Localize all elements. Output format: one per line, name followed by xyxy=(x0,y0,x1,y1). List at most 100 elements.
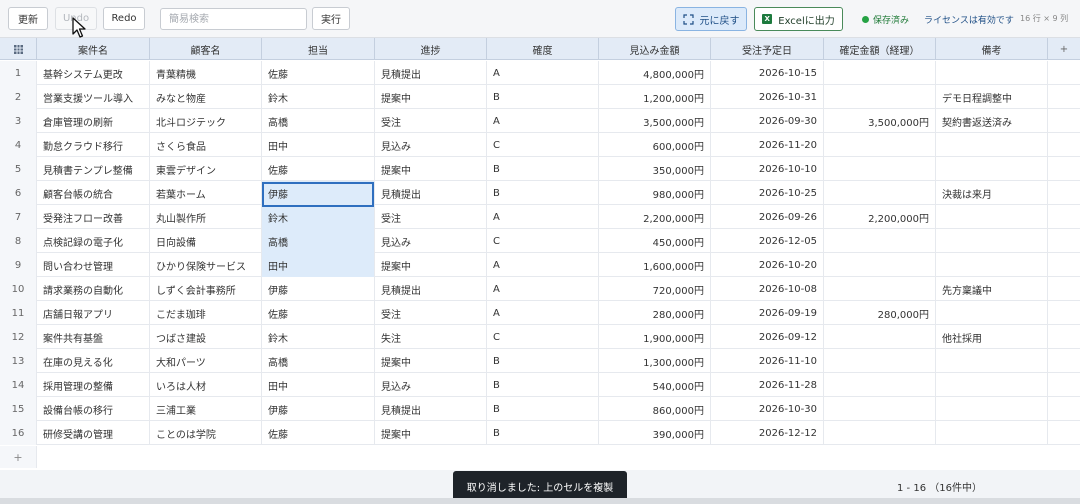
cell-expected-amount[interactable]: 980,000円 xyxy=(599,181,711,205)
cell-probability[interactable]: B xyxy=(487,373,599,397)
cell-expected-amount[interactable]: 280,000円 xyxy=(599,301,711,325)
cell-probability[interactable]: B xyxy=(487,349,599,373)
row-number[interactable]: 13 xyxy=(0,349,37,373)
cell-project-name[interactable]: 基幹システム更改 xyxy=(37,61,150,85)
cell-notes[interactable] xyxy=(936,349,1048,373)
cell-order-date[interactable]: 2026-09-30 xyxy=(711,109,824,133)
column-header-project-name[interactable]: 案件名 xyxy=(37,38,150,60)
cell-probability[interactable]: A xyxy=(487,205,599,229)
cell-customer-name[interactable]: 大和パーツ xyxy=(150,349,262,373)
horizontal-scrollbar[interactable] xyxy=(0,498,1080,504)
cell-probability[interactable]: A xyxy=(487,253,599,277)
cell-probability[interactable]: C xyxy=(487,325,599,349)
redo-button[interactable]: Redo xyxy=(103,7,145,30)
cell-notes[interactable] xyxy=(936,301,1048,325)
row-number[interactable]: 4 xyxy=(0,133,37,157)
row-number[interactable]: 12 xyxy=(0,325,37,349)
cell-order-date[interactable]: 2026-10-30 xyxy=(711,397,824,421)
column-header-customer-name[interactable]: 顧客名 xyxy=(150,38,262,60)
cell-confirmed-amount[interactable] xyxy=(824,133,936,157)
refresh-button[interactable]: 更新 xyxy=(8,7,48,30)
column-header-order-date[interactable]: 受注予定日 xyxy=(711,38,824,60)
cell-project-name[interactable]: 請求業務の自動化 xyxy=(37,277,150,301)
cell-project-name[interactable]: 点検記録の電子化 xyxy=(37,229,150,253)
cell-expected-amount[interactable]: 390,000円 xyxy=(599,421,711,445)
cell-assignee[interactable]: 田中 xyxy=(262,373,375,397)
row-number[interactable]: 15 xyxy=(0,397,37,421)
cell-assignee[interactable]: 佐藤 xyxy=(262,301,375,325)
cell-progress[interactable]: 見積提出 xyxy=(375,61,487,85)
cell-probability[interactable]: C xyxy=(487,229,599,253)
cell-progress[interactable]: 見積提出 xyxy=(375,277,487,301)
cell-expected-amount[interactable]: 350,000円 xyxy=(599,157,711,181)
cell-customer-name[interactable]: つばさ建設 xyxy=(150,325,262,349)
cell-progress[interactable]: 提案中 xyxy=(375,253,487,277)
cell-confirmed-amount[interactable] xyxy=(824,61,936,85)
cell-notes[interactable] xyxy=(936,421,1048,445)
row-number[interactable]: 7 xyxy=(0,205,37,229)
cell-project-name[interactable]: 在庫の見える化 xyxy=(37,349,150,373)
cell-notes[interactable]: デモ日程調整中 xyxy=(936,85,1048,109)
cell-expected-amount[interactable]: 720,000円 xyxy=(599,277,711,301)
cell-order-date[interactable]: 2026-11-10 xyxy=(711,349,824,373)
cell-progress[interactable]: 見積提出 xyxy=(375,181,487,205)
cell-assignee[interactable]: 高橋 xyxy=(262,229,375,253)
row-number[interactable]: 8 xyxy=(0,229,37,253)
cell-project-name[interactable]: 採用管理の整備 xyxy=(37,373,150,397)
cell-notes[interactable] xyxy=(936,373,1048,397)
cell-probability[interactable]: A xyxy=(487,109,599,133)
cell-expected-amount[interactable]: 4,800,000円 xyxy=(599,61,711,85)
cell-confirmed-amount[interactable]: 3,500,000円 xyxy=(824,109,936,133)
cell-notes[interactable]: 契約書返送済み xyxy=(936,109,1048,133)
cell-expected-amount[interactable]: 1,200,000円 xyxy=(599,85,711,109)
cell-customer-name[interactable]: ことのは学院 xyxy=(150,421,262,445)
cell-progress[interactable]: 受注 xyxy=(375,301,487,325)
cell-customer-name[interactable]: いろは人材 xyxy=(150,373,262,397)
cell-order-date[interactable]: 2026-10-25 xyxy=(711,181,824,205)
cell-probability[interactable]: B xyxy=(487,157,599,181)
cell-notes[interactable]: 先方稟議中 xyxy=(936,277,1048,301)
cell-project-name[interactable]: 見積書テンプレ整備 xyxy=(37,157,150,181)
cell-project-name[interactable]: 設備台帳の移行 xyxy=(37,397,150,421)
row-number[interactable]: 6 xyxy=(0,181,37,205)
cell-expected-amount[interactable]: 540,000円 xyxy=(599,373,711,397)
cell-customer-name[interactable]: 東雲デザイン xyxy=(150,157,262,181)
cell-probability[interactable]: B xyxy=(487,397,599,421)
cell-project-name[interactable]: 勤怠クラウド移行 xyxy=(37,133,150,157)
cell-customer-name[interactable]: みなと物産 xyxy=(150,85,262,109)
cell-assignee[interactable]: 佐藤 xyxy=(262,157,375,181)
cell-probability[interactable]: A xyxy=(487,277,599,301)
cell-order-date[interactable]: 2026-10-10 xyxy=(711,157,824,181)
column-header-assignee[interactable]: 担当 xyxy=(262,38,375,60)
cell-probability[interactable]: B xyxy=(487,181,599,205)
cell-customer-name[interactable]: 北斗ロジテック xyxy=(150,109,262,133)
cell-progress[interactable]: 提案中 xyxy=(375,157,487,181)
cell-confirmed-amount[interactable] xyxy=(824,397,936,421)
cell-progress[interactable]: 受注 xyxy=(375,109,487,133)
cell-customer-name[interactable]: 三浦工業 xyxy=(150,397,262,421)
cell-probability[interactable]: A xyxy=(487,301,599,325)
cell-assignee[interactable]: 高橋 xyxy=(262,109,375,133)
cell-notes[interactable] xyxy=(936,205,1048,229)
cell-progress[interactable]: 見積提出 xyxy=(375,397,487,421)
cell-customer-name[interactable]: 丸山製作所 xyxy=(150,205,262,229)
cell-assignee[interactable]: 佐藤 xyxy=(262,61,375,85)
column-header-confirmed-amount[interactable]: 確定金額（経理） xyxy=(824,38,936,60)
cell-assignee[interactable]: 高橋 xyxy=(262,349,375,373)
cell-assignee[interactable]: 田中 xyxy=(262,253,375,277)
cell-confirmed-amount[interactable] xyxy=(824,277,936,301)
cell-confirmed-amount[interactable] xyxy=(824,229,936,253)
cell-probability[interactable]: B xyxy=(487,85,599,109)
cell-customer-name[interactable]: 日向設備 xyxy=(150,229,262,253)
undo-button[interactable]: Undo xyxy=(55,7,97,30)
cell-order-date[interactable]: 2026-12-05 xyxy=(711,229,824,253)
cell-order-date[interactable]: 2026-09-12 xyxy=(711,325,824,349)
cell-assignee[interactable]: 伊藤 xyxy=(262,277,375,301)
cell-notes[interactable] xyxy=(936,229,1048,253)
cell-notes[interactable] xyxy=(936,397,1048,421)
cell-expected-amount[interactable]: 450,000円 xyxy=(599,229,711,253)
cell-project-name[interactable]: 研修受講の管理 xyxy=(37,421,150,445)
row-number[interactable]: 16 xyxy=(0,421,37,445)
cell-progress[interactable]: 失注 xyxy=(375,325,487,349)
cell-order-date[interactable]: 2026-10-20 xyxy=(711,253,824,277)
